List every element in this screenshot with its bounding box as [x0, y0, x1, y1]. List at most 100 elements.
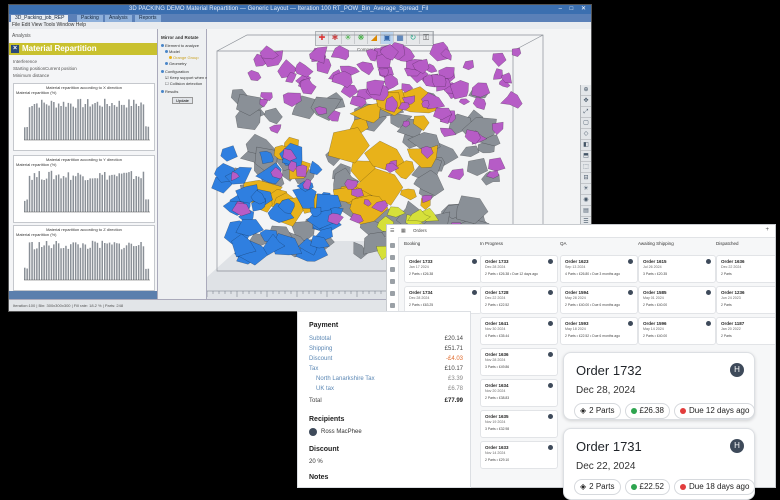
settings-item[interactable]: Element to analyze: [161, 43, 199, 48]
order-card[interactable]: Order 1187 Jan 20 2022 2 Parts: [716, 317, 775, 345]
pan-icon[interactable]: ✥: [581, 96, 591, 107]
order-date: Dec 28 2024: [409, 296, 430, 300]
app-menubar[interactable]: File Edit View Tools Window Help: [9, 22, 591, 29]
tab-analysis[interactable]: Analysis: [105, 15, 132, 22]
price-dot-icon: [630, 484, 637, 490]
histogram-bar: [82, 243, 84, 280]
assignee-avatar[interactable]: [548, 445, 553, 450]
order-card[interactable]: Order 1728 Dec 22 2024 2 Parts • £22.52: [480, 286, 558, 314]
order-card[interactable]: Order 1615 Jul 26 2024 3 Parts • £20.35: [638, 255, 716, 283]
order-date: Dec 22 2024: [485, 296, 506, 300]
settings-item[interactable]: Geometry: [165, 61, 187, 66]
histogram-bar: [130, 106, 133, 140]
order-card[interactable]: Order 1734 Dec 28 2024 2 Parts • £63.25: [404, 286, 482, 314]
nav-reports-icon[interactable]: [390, 291, 395, 296]
assignee-avatar[interactable]: [548, 290, 553, 295]
packed-part: [466, 158, 489, 177]
order-card[interactable]: Order 1236 Jun 24 2023 2 Parts: [716, 286, 775, 314]
histogram-bar: [74, 176, 77, 212]
tab-packing[interactable]: Packing: [77, 15, 103, 22]
top-view-icon[interactable]: ◇: [581, 129, 591, 140]
histogram-bar: [72, 242, 74, 280]
order-card[interactable]: Order 1641 Nov 30 2024 4 Parts • £35.44: [480, 317, 558, 345]
section-icon[interactable]: ⊟: [581, 173, 591, 184]
iso-view-icon[interactable]: ⬒: [581, 151, 591, 162]
order-card[interactable]: Order 1635 Nov 19 2024 3 Parts • £32.98: [480, 410, 558, 438]
histogram-bar: [87, 99, 89, 140]
histogram-bar: [36, 248, 38, 280]
order-date: Dec 22, 2024: [576, 461, 636, 472]
assignee-avatar[interactable]: [706, 321, 711, 326]
assignee-avatar[interactable]: [548, 352, 553, 357]
assignee-avatar[interactable]: [548, 259, 553, 264]
menu-icon[interactable]: ☰: [390, 228, 394, 234]
fit-icon[interactable]: ⤢: [581, 107, 591, 118]
recipient-avatar[interactable]: [309, 428, 317, 436]
update-button[interactable]: Update: [172, 97, 193, 104]
order-card[interactable]: Order 1636 Nov 28 2024 3 Parts • £49.86: [480, 348, 558, 376]
add-icon[interactable]: +: [765, 227, 769, 233]
assignee-avatar[interactable]: H: [730, 439, 744, 453]
assignee-avatar[interactable]: [472, 259, 477, 264]
side-view-icon[interactable]: ◧: [581, 140, 591, 151]
color-icon[interactable]: ▤: [581, 206, 591, 217]
assignee-avatar[interactable]: [628, 321, 633, 326]
nav-orders-icon[interactable]: [390, 255, 395, 260]
settings-item[interactable]: Model: [165, 49, 180, 54]
light-icon[interactable]: ☀: [581, 184, 591, 195]
tab-packing-job[interactable]: 3D_Packing_job_REP: [11, 15, 69, 22]
nav-customers-icon[interactable]: [390, 279, 395, 284]
assignee-avatar[interactable]: [548, 321, 553, 326]
order-card[interactable]: Order 1623 Sep 13 2024 4 Parts • £26.80 • …: [560, 255, 638, 283]
assignee-avatar[interactable]: [628, 290, 633, 295]
assignee-avatar[interactable]: [472, 290, 477, 295]
histogram-bar: [145, 199, 147, 212]
histogram-bar: [130, 171, 133, 212]
nav-settings-icon[interactable]: [390, 303, 395, 308]
order-date: Jan 17 2024: [409, 265, 429, 269]
histogram-bar: [55, 241, 57, 280]
histogram-bar: [38, 242, 40, 280]
order-meta: 2 Parts • £22.52 • Due 6 months ago: [565, 334, 620, 338]
nav-parts-icon[interactable]: [390, 267, 395, 272]
order-card-large[interactable]: Order 1732 Dec 28, 2024 H ◈ 2 Parts £26.3…: [563, 352, 756, 420]
settings-item[interactable]: Orange Group: [169, 55, 199, 60]
order-card-large[interactable]: Order 1731 Dec 22, 2024 H ◈ 2 Parts £22.5…: [563, 428, 756, 500]
histogram-bar: [91, 178, 94, 212]
settings-item[interactable]: Configuration: [161, 69, 189, 74]
order-card[interactable]: Order 1585 May 01 2024 2 Parts • £40.00: [638, 286, 716, 314]
order-card[interactable]: Order 1636 Dec 22 2024 2 Parts: [716, 255, 775, 283]
histogram-bar: [57, 174, 60, 212]
assignee-avatar[interactable]: [706, 259, 711, 264]
camera-icon[interactable]: ◉: [581, 195, 591, 206]
order-card[interactable]: Order 1634 Nov 20 2024 2 Parts • £38.83: [480, 379, 558, 407]
assignee-avatar[interactable]: [628, 259, 633, 264]
assignee-avatar[interactable]: [548, 383, 553, 388]
panel-close-icon[interactable]: ×: [11, 45, 19, 53]
histogram-bar: [38, 171, 40, 212]
layout-icon[interactable]: ▦: [401, 228, 406, 234]
settings-checkbox[interactable]: ☐ Collision detection: [165, 81, 202, 86]
order-card[interactable]: Order 1733 Dec 28 2024 2 Parts • £26.38 • …: [480, 255, 558, 283]
assignee-avatar[interactable]: [706, 290, 711, 295]
assignee-avatar[interactable]: H: [730, 363, 744, 377]
order-card[interactable]: Order 1593 May 18 2024 2 Parts • £22.52 • …: [560, 317, 638, 345]
wireframe-icon[interactable]: ⬚: [581, 162, 591, 173]
order-card[interactable]: Order 1733 Jan 17 2024 2 Parts • £26.38: [404, 255, 482, 283]
order-card[interactable]: Order 1596 May 14 2024 2 Parts • £40.00: [638, 317, 716, 345]
nav-home-icon[interactable]: [390, 243, 395, 248]
packed-part: [492, 52, 507, 68]
window-controls[interactable]: ‒ □ ✕: [559, 5, 589, 12]
panel-subtitle: Analysis: [12, 33, 31, 39]
order-card[interactable]: Order 1633 Nov 14 2024 2 Parts • £29.10: [480, 441, 558, 469]
front-view-icon[interactable]: ▢: [581, 118, 591, 129]
zoom-icon[interactable]: ⊕: [581, 85, 591, 96]
viewport-side-toolbar: ⊕ ✥ ⤢ ▢ ◇ ◧ ⬒ ⬚ ⊟ ☀ ◉ ▤ ☰ ▣ ⚙: [580, 85, 591, 250]
order-date: Sep 13 2024: [565, 265, 586, 269]
order-card[interactable]: Order 1594 May 28 2024 2 Parts • £40.00 • …: [560, 286, 638, 314]
tab-reports[interactable]: Reports: [135, 15, 161, 22]
assignee-avatar[interactable]: [548, 414, 553, 419]
settings-item[interactable]: Results: [161, 89, 178, 94]
recipient-name[interactable]: Ross MacPhee: [321, 429, 362, 435]
histogram-bar: [60, 248, 62, 280]
